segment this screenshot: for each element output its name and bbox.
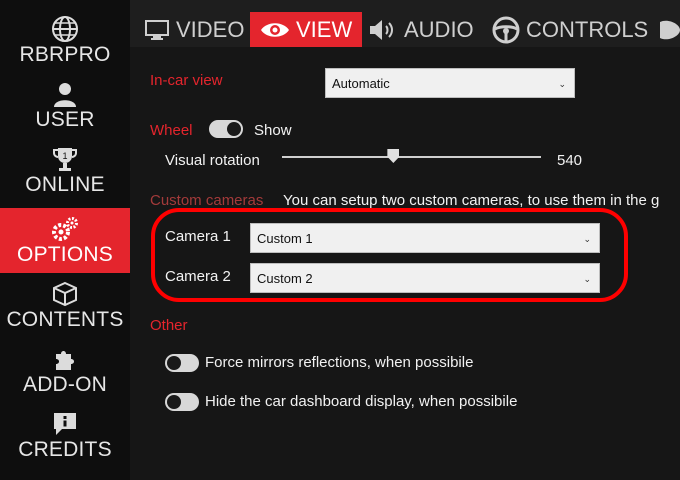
sidebar-item-label: ADD-ON bbox=[22, 373, 108, 396]
sidebar-item-label: CONTENTS bbox=[6, 308, 124, 331]
toggle-knob bbox=[167, 356, 181, 370]
tab-label: VIEW bbox=[296, 16, 353, 42]
sidebar-item-rbrpro[interactable]: RBRPRO bbox=[0, 8, 130, 73]
gears-icon bbox=[49, 214, 81, 244]
speaker-icon bbox=[368, 19, 398, 41]
sidebar-item-add-on[interactable]: ADD-ON bbox=[0, 338, 130, 403]
sidebar-item-label: USER bbox=[35, 108, 95, 131]
sidebar-item-options[interactable]: OPTIONS bbox=[0, 208, 130, 273]
toggle-knob bbox=[227, 122, 241, 136]
tab-label: VIDEO bbox=[176, 16, 245, 42]
sidebar-item-label: OPTIONS bbox=[17, 243, 113, 266]
hide-dashboard-toggle[interactable] bbox=[165, 393, 199, 411]
sidebar-item-contents[interactable]: CONTENTS bbox=[0, 273, 130, 338]
trophy-icon: 1 bbox=[51, 144, 79, 174]
sidebar-item-user[interactable]: USER bbox=[0, 73, 130, 138]
hide-dashboard-label: Hide the car dashboard display, when pos… bbox=[205, 393, 518, 410]
box-icon bbox=[51, 279, 79, 309]
puzzle-icon bbox=[51, 344, 79, 374]
sidebar-item-credits[interactable]: CREDITS bbox=[0, 403, 130, 468]
camera2-value: Custom 2 bbox=[257, 270, 313, 286]
visual-rotation-value: 540 bbox=[557, 152, 583, 169]
sidebar-item-label: CREDITS bbox=[18, 438, 112, 461]
force-mirrors-label: Force mirrors reflections, when possibil… bbox=[205, 354, 474, 371]
chevron-down-icon: ⌄ bbox=[558, 79, 566, 89]
chevron-down-icon: ⌄ bbox=[583, 274, 591, 284]
tab-label: AUDIO bbox=[404, 16, 474, 42]
incar-view-label: In-car view bbox=[150, 72, 223, 89]
tab-video[interactable]: VIDEO bbox=[144, 12, 244, 47]
user-icon bbox=[51, 79, 79, 109]
camera1-label: Camera 1 bbox=[165, 228, 231, 245]
view-settings-panel: In-car view Automatic ⌄ Wheel Show Visua… bbox=[130, 47, 680, 480]
steering-wheel-icon bbox=[492, 16, 520, 44]
chevron-down-icon: ⌄ bbox=[583, 234, 591, 244]
custom-cameras-description: You can setup two custom cameras, to use… bbox=[283, 192, 660, 209]
visual-rotation-thumb[interactable] bbox=[387, 149, 400, 163]
monitor-icon bbox=[144, 19, 170, 41]
eye-icon bbox=[260, 20, 290, 40]
tab-view[interactable]: VIEW bbox=[250, 12, 363, 47]
camera2-label: Camera 2 bbox=[165, 268, 231, 285]
globe-icon bbox=[51, 14, 79, 44]
sidebar-item-online[interactable]: 1 ONLINE bbox=[0, 138, 130, 203]
more-tab-icon bbox=[660, 18, 680, 42]
sidebar: RBRPRO USER 1 ONLINE OPTIONS CONTENTS AD… bbox=[0, 0, 130, 480]
tab-bar: VIDEO VIEW AUDIO CONTROLS bbox=[130, 0, 680, 47]
tab-controls[interactable]: CONTROLS bbox=[492, 12, 648, 47]
incar-view-select[interactable]: Automatic ⌄ bbox=[325, 68, 575, 98]
camera2-select[interactable]: Custom 2 ⌄ bbox=[250, 263, 600, 293]
wheel-show-toggle[interactable] bbox=[209, 120, 243, 138]
other-label: Other bbox=[150, 317, 188, 334]
toggle-knob bbox=[167, 395, 181, 409]
wheel-label: Wheel bbox=[150, 122, 193, 139]
incar-view-value: Automatic bbox=[332, 75, 390, 91]
visual-rotation-label: Visual rotation bbox=[165, 152, 260, 169]
tab-audio[interactable]: AUDIO bbox=[368, 12, 474, 47]
camera1-select[interactable]: Custom 1 ⌄ bbox=[250, 223, 600, 253]
custom-cameras-label: Custom cameras bbox=[150, 192, 264, 209]
camera1-value: Custom 1 bbox=[257, 230, 313, 246]
force-mirrors-toggle[interactable] bbox=[165, 354, 199, 372]
wheel-show-label: Show bbox=[254, 122, 292, 139]
visual-rotation-slider[interactable] bbox=[282, 156, 541, 158]
sidebar-item-label: RBRPRO bbox=[19, 43, 111, 66]
tab-more[interactable] bbox=[660, 12, 680, 47]
chat-info-icon bbox=[51, 409, 79, 439]
svg-text:1: 1 bbox=[62, 151, 67, 161]
tab-label: CONTROLS bbox=[526, 16, 649, 42]
sidebar-item-label: ONLINE bbox=[25, 173, 105, 196]
